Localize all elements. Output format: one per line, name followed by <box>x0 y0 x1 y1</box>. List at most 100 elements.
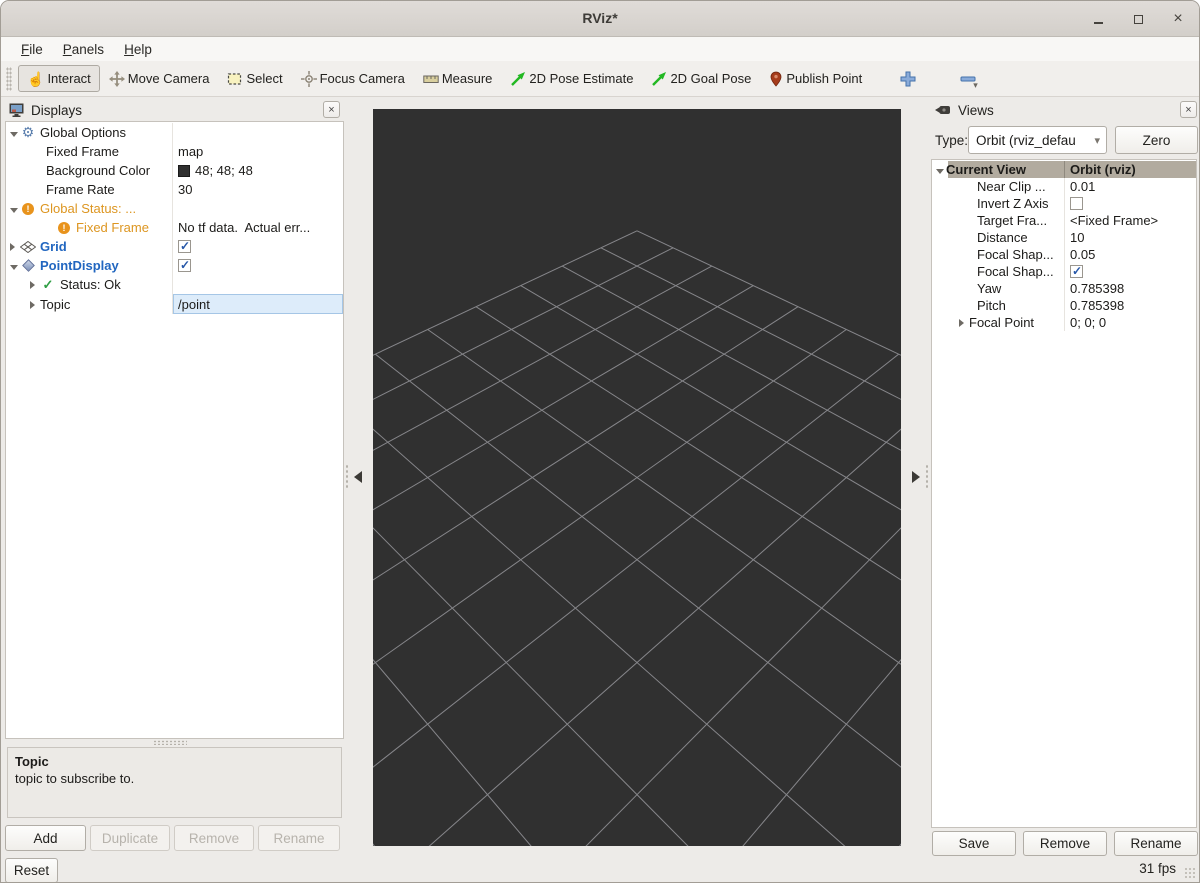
row-global-status[interactable]: ! Global Status: ... <box>6 199 343 218</box>
tool-interact[interactable]: ☝ Interact <box>18 65 100 92</box>
row-status-ok[interactable]: ✓ Status: Ok <box>6 275 343 294</box>
left-splitter-handle[interactable] <box>345 464 349 490</box>
add-tool-button[interactable] <box>891 65 925 93</box>
collapse-arrow-icon[interactable] <box>936 162 946 177</box>
remove-display-button[interactable]: Remove <box>174 825 254 851</box>
toolbar-drag-handle[interactable] <box>6 67 12 91</box>
collapse-arrow-icon[interactable] <box>10 258 20 273</box>
displays-panel-header[interactable]: Displays <box>9 99 344 121</box>
row-distance[interactable]: Distance 10 <box>932 229 1196 246</box>
row-focal-point[interactable]: Focal Point 0; 0; 0 <box>932 314 1196 331</box>
topic-value-field[interactable]: /point <box>173 294 343 314</box>
property-value[interactable]: No tf data. Actual err... <box>172 218 343 237</box>
rviz-window: RViz* × File Panels Help ☝ Interact <box>0 0 1200 883</box>
property-value[interactable] <box>172 123 343 142</box>
displays-close-button[interactable]: × <box>323 101 340 118</box>
row-focal-shape-size[interactable]: Focal Shap... 0.05 <box>932 246 1196 263</box>
collapse-arrow-icon[interactable] <box>10 201 20 216</box>
property-value[interactable] <box>172 199 343 218</box>
remove-tool-button[interactable]: ▾ <box>951 65 993 93</box>
expand-arrow-icon[interactable] <box>30 297 40 312</box>
tool-publish-point[interactable]: Publish Point <box>760 65 871 93</box>
row-grid-display[interactable]: Grid <box>6 237 343 256</box>
view-type-dropdown[interactable]: Orbit (rviz_defau ▾ <box>968 126 1107 154</box>
row-fixed-frame[interactable]: Fixed Frame map <box>6 142 343 161</box>
property-value[interactable]: 0.785398 <box>1064 280 1196 297</box>
reset-button[interactable]: Reset <box>5 858 58 883</box>
menu-help[interactable]: Help <box>114 40 162 59</box>
menu-file[interactable]: File <box>11 40 53 59</box>
tool-2d-goal-pose[interactable]: 2D Goal Pose <box>642 65 760 93</box>
tool-2d-pose-estimate[interactable]: 2D Pose Estimate <box>501 65 642 93</box>
minimize-button[interactable] <box>1091 12 1105 26</box>
right-splitter-handle[interactable] <box>925 464 929 490</box>
row-yaw[interactable]: Yaw 0.785398 <box>932 280 1196 297</box>
expand-arrow-icon[interactable] <box>30 277 40 292</box>
views-panel-header[interactable]: Views <box>935 99 1175 121</box>
grid-enabled-checkbox[interactable] <box>178 240 191 253</box>
rename-display-button[interactable]: Rename <box>258 825 340 851</box>
menu-panels[interactable]: Panels <box>53 40 114 59</box>
row-invert-z[interactable]: Invert Z Axis <box>932 195 1196 212</box>
row-pitch[interactable]: Pitch 0.785398 <box>932 297 1196 314</box>
property-value[interactable]: map <box>172 142 343 161</box>
row-status-fixed-frame[interactable]: ! Fixed Frame No tf data. Actual err... <box>6 218 343 237</box>
crosshair-icon <box>301 71 317 87</box>
diamond-icon <box>20 261 36 270</box>
property-value[interactable]: 0.05 <box>1064 246 1196 263</box>
displays-tree: ⚙ Global Options Fixed Frame map Backgro… <box>5 121 344 739</box>
collapse-left-panel-icon[interactable] <box>354 471 362 483</box>
property-value[interactable]: Orbit (rviz) <box>1064 161 1196 178</box>
tool-move-camera[interactable]: Move Camera <box>100 65 219 93</box>
expand-arrow-icon[interactable] <box>10 239 20 254</box>
maximize-button[interactable] <box>1131 12 1145 26</box>
splitter-handle[interactable] <box>153 740 187 745</box>
property-value[interactable]: 10 <box>1064 229 1196 246</box>
property-value[interactable]: 0.785398 <box>1064 297 1196 314</box>
tool-select[interactable]: Select <box>218 65 291 93</box>
row-current-view[interactable]: Current View Orbit (rviz) <box>932 161 1196 178</box>
row-topic[interactable]: Topic /point <box>6 294 343 314</box>
move-camera-icon <box>109 71 125 87</box>
add-display-button[interactable]: Add <box>5 825 86 851</box>
titlebar[interactable]: RViz* × <box>1 1 1199 37</box>
property-value[interactable]: 0.01 <box>1064 178 1196 195</box>
row-global-options[interactable]: ⚙ Global Options <box>6 123 343 142</box>
close-button[interactable]: × <box>1171 12 1185 26</box>
check-icon: ✓ <box>40 277 56 293</box>
green-arrow-icon <box>651 71 667 87</box>
viewport-3d[interactable] <box>373 109 901 846</box>
tool-focus-camera[interactable]: Focus Camera <box>292 65 414 93</box>
pointdisplay-enabled-checkbox[interactable] <box>178 259 191 272</box>
save-view-button[interactable]: Save <box>932 831 1016 856</box>
property-value[interactable]: 48; 48; 48 <box>172 161 343 180</box>
chevron-down-icon[interactable]: ▾ <box>973 80 978 91</box>
collapse-right-panel-icon[interactable] <box>912 471 920 483</box>
camera-icon <box>935 104 951 116</box>
invert-z-checkbox[interactable] <box>1070 197 1083 210</box>
rename-view-button[interactable]: Rename <box>1114 831 1198 856</box>
row-background-color[interactable]: Background Color 48; 48; 48 <box>6 161 343 180</box>
views-tree: Current View Orbit (rviz) Near Clip ... … <box>931 159 1197 828</box>
remove-view-button[interactable]: Remove <box>1023 831 1107 856</box>
row-pointdisplay[interactable]: PointDisplay <box>6 256 343 275</box>
resize-grip[interactable] <box>1184 867 1197 880</box>
row-near-clip[interactable]: Near Clip ... 0.01 <box>932 178 1196 195</box>
duplicate-display-button[interactable]: Duplicate <box>90 825 170 851</box>
zero-button[interactable]: Zero <box>1115 126 1198 154</box>
description-title: Topic <box>15 753 334 770</box>
expand-arrow-icon[interactable] <box>959 315 969 330</box>
collapse-arrow-icon[interactable] <box>10 125 20 140</box>
focal-shape-checkbox[interactable] <box>1070 265 1083 278</box>
row-target-frame[interactable]: Target Fra... <Fixed Frame> <box>932 212 1196 229</box>
row-frame-rate[interactable]: Frame Rate 30 <box>6 180 343 199</box>
property-value[interactable]: <Fixed Frame> <box>1064 212 1196 229</box>
tool-measure[interactable]: Measure <box>414 65 502 92</box>
property-value[interactable]: 0; 0; 0 <box>1064 314 1196 331</box>
property-value[interactable] <box>172 275 343 294</box>
grid-3d-svg <box>373 109 901 846</box>
property-value <box>1064 263 1196 280</box>
views-close-button[interactable]: × <box>1180 101 1197 118</box>
property-value[interactable]: 30 <box>172 180 343 199</box>
row-focal-shape-fixed[interactable]: Focal Shap... <box>932 263 1196 280</box>
